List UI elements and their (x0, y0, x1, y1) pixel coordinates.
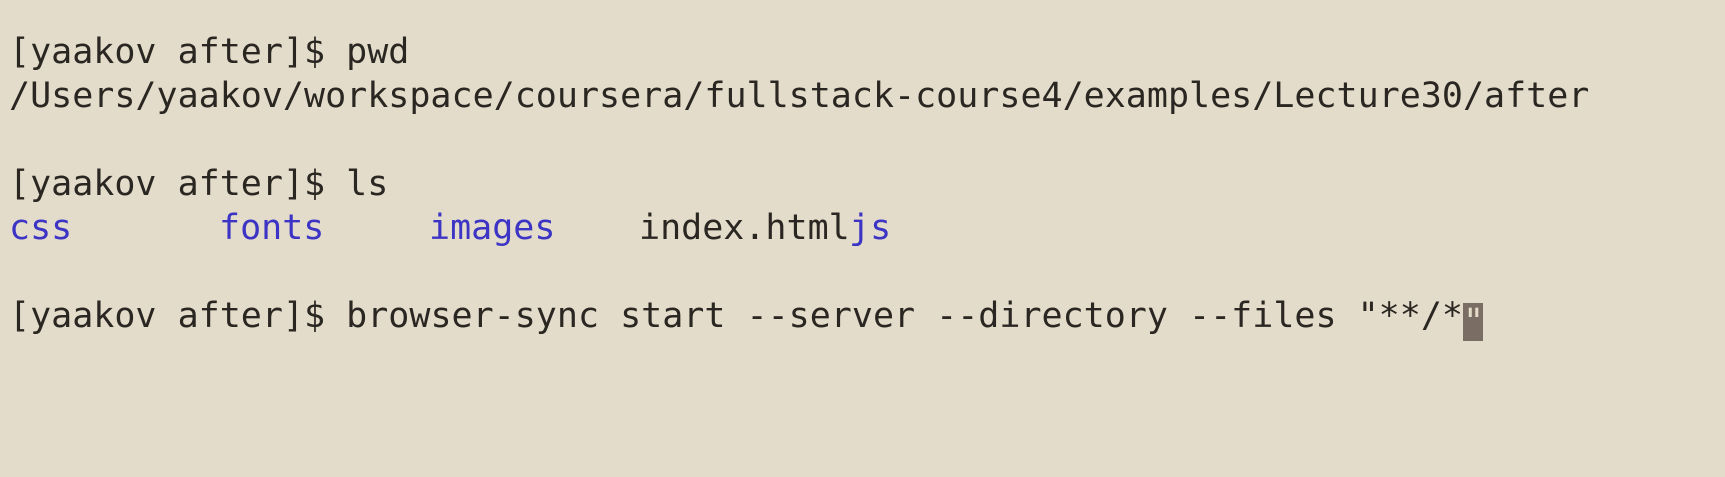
file-entry-index-html: index.html (639, 208, 850, 248)
pwd-output: /Users/yaakov/workspace/coursera/fullsta… (9, 76, 1590, 116)
directory-entry-css: css (9, 208, 73, 248)
directory-entry-js: js (849, 208, 892, 248)
directory-entry-images: images (429, 208, 556, 248)
text-cursor: " (1462, 302, 1485, 342)
command-line-pwd: [yaakov after]$ pwd (9, 30, 1725, 74)
ls-output: css fonts images index.html js (9, 206, 1725, 250)
command-line-ls: [yaakov after]$ ls (9, 162, 1725, 206)
command-line-browser-sync[interactable]: [yaakov after]$ browser-sync start --ser… (9, 294, 1725, 342)
command-text: pwd (346, 32, 410, 72)
shell-prompt: [yaakov after]$ (9, 32, 347, 72)
terminal-window[interactable]: [yaakov after]$ pwd /Users/yaakov/worksp… (0, 0, 1725, 477)
directory-entry-fonts: fonts (219, 208, 325, 248)
command-text: ls (346, 164, 389, 204)
command-input[interactable]: browser-sync start --server --directory … (346, 296, 1463, 336)
shell-prompt: [yaakov after]$ (9, 164, 347, 204)
